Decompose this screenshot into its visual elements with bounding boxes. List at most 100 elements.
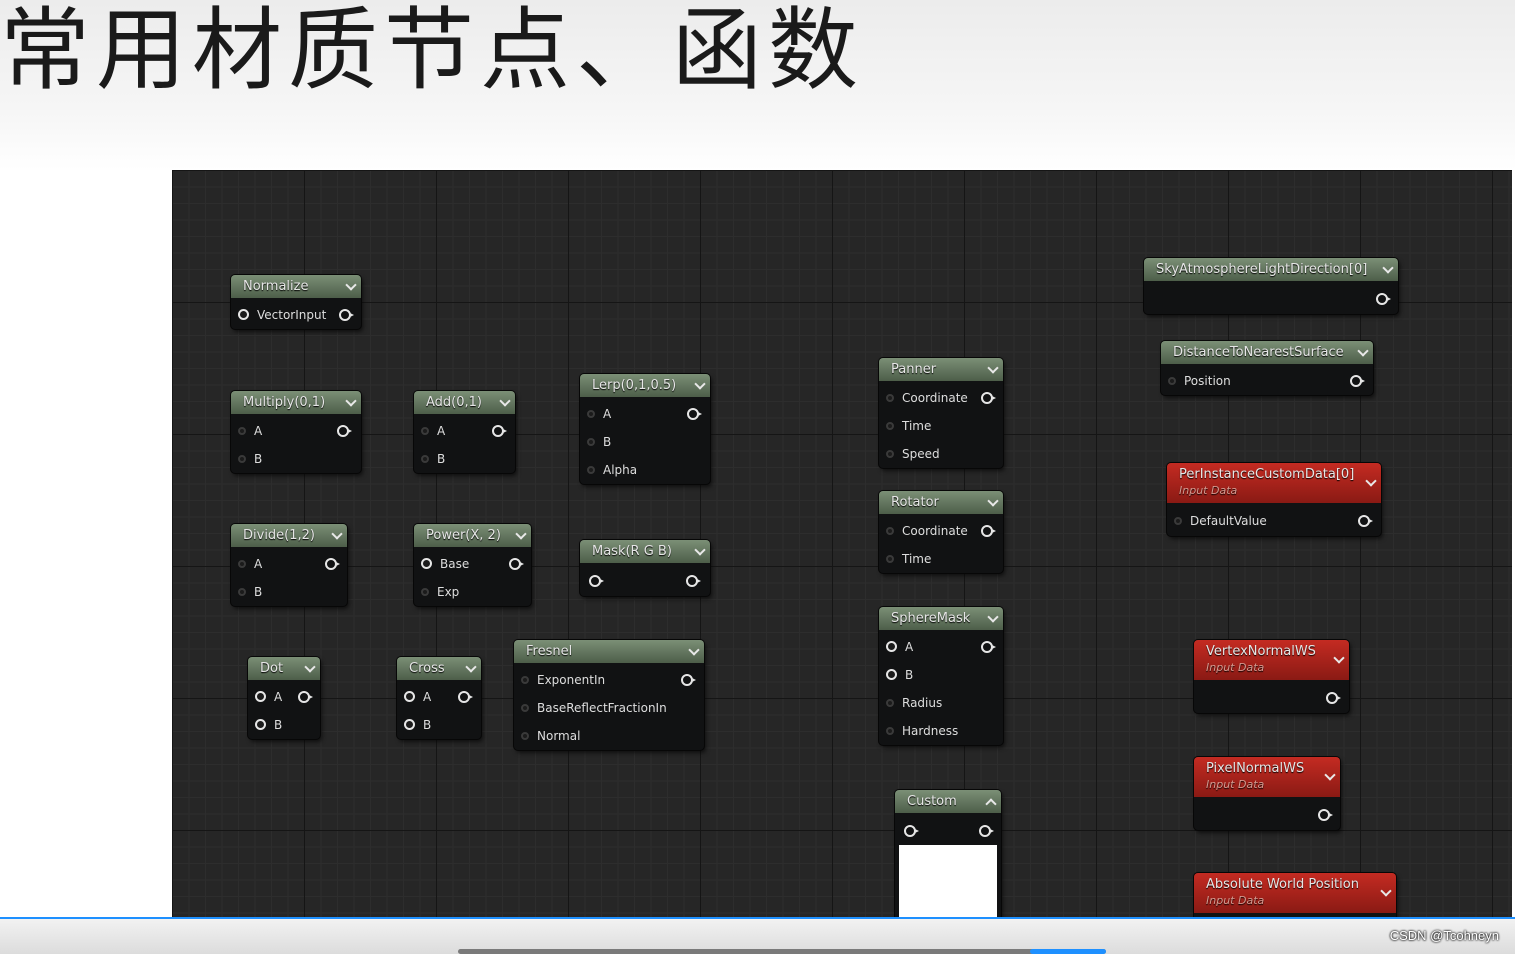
output-pin-icon[interactable] <box>337 425 352 437</box>
input-pin-icon[interactable] <box>904 825 919 837</box>
pin-b[interactable]: B <box>587 432 611 452</box>
output-pin-icon[interactable] <box>1358 515 1373 527</box>
node-divide[interactable]: Divide(1,2) A B <box>231 524 347 606</box>
output-pin-icon[interactable] <box>981 392 996 404</box>
horizontal-scrollbar[interactable] <box>458 949 1106 954</box>
input-pin-icon[interactable] <box>589 575 604 587</box>
pin-b[interactable]: B <box>886 665 913 685</box>
chevron-down-icon[interactable] <box>987 362 999 374</box>
node-power[interactable]: Power(X, 2) Base Exp <box>414 524 531 606</box>
node-mask-header[interactable]: Mask(R G B) <box>580 540 710 563</box>
node-sky-header[interactable]: SkyAtmosphereLightDirection[0] <box>1144 258 1398 281</box>
output-pin-icon[interactable] <box>509 558 524 570</box>
chevron-down-icon[interactable] <box>304 661 316 673</box>
pin-hardness[interactable]: Hardness <box>886 721 958 741</box>
pin-speed[interactable]: Speed <box>886 444 940 464</box>
chevron-up-icon[interactable] <box>985 798 997 810</box>
node-add[interactable]: Add(0,1) A B <box>414 391 515 473</box>
node-custom-header[interactable]: Custom <box>895 790 1001 813</box>
node-per-instance-custom-data[interactable]: PerInstanceCustomData[0] Input Data Defau… <box>1167 463 1381 536</box>
pin-b[interactable]: B <box>238 582 262 602</box>
pin-normal[interactable]: Normal <box>521 726 580 746</box>
chevron-down-icon[interactable] <box>345 279 357 291</box>
node-multiply[interactable]: Multiply(0,1) A B <box>231 391 361 473</box>
pin-a[interactable]: A <box>404 687 431 707</box>
node-mask[interactable]: Mask(R G B) <box>580 540 710 596</box>
output-pin-icon[interactable] <box>687 408 702 420</box>
scrollbar-thumb[interactable] <box>1030 949 1106 954</box>
output-pin-icon[interactable] <box>1350 375 1365 387</box>
chevron-down-icon[interactable] <box>345 395 357 407</box>
node-power-header[interactable]: Power(X, 2) <box>414 524 531 547</box>
pin-a[interactable]: A <box>255 687 282 707</box>
node-cross[interactable]: Cross A B <box>397 657 481 739</box>
output-pin-icon[interactable] <box>979 825 994 837</box>
node-pixelnormal-header[interactable]: PixelNormalWS Input Data <box>1194 757 1340 797</box>
node-dot[interactable]: Dot A B <box>248 657 320 739</box>
chevron-down-icon[interactable] <box>1357 345 1369 357</box>
node-cross-header[interactable]: Cross <box>397 657 481 680</box>
chevron-down-icon[interactable] <box>987 611 999 623</box>
output-pin-icon[interactable] <box>1318 809 1333 821</box>
output-pin-icon[interactable] <box>339 309 354 321</box>
pin-time[interactable]: Time <box>886 549 931 569</box>
chevron-down-icon[interactable] <box>331 528 343 540</box>
node-rotator[interactable]: Rotator Coordinate Time <box>879 491 1003 573</box>
pin-exponentin[interactable]: ExponentIn <box>521 670 605 690</box>
node-divide-header[interactable]: Divide(1,2) <box>231 524 347 547</box>
node-dot-header[interactable]: Dot <box>248 657 320 680</box>
pin-alpha[interactable]: Alpha <box>587 460 637 480</box>
node-normalize[interactable]: Normalize VectorInput <box>231 275 361 329</box>
pin-b[interactable]: B <box>421 449 445 469</box>
pin-vectorinput[interactable]: VectorInput <box>238 305 326 325</box>
pin-a[interactable]: A <box>886 637 913 657</box>
chevron-down-icon[interactable] <box>515 528 527 540</box>
output-pin-icon[interactable] <box>686 575 701 587</box>
pin-coordinate[interactable]: Coordinate <box>886 521 968 541</box>
output-pin-icon[interactable] <box>1326 692 1341 704</box>
node-lerp[interactable]: Lerp(0,1,0.5) A B Alpha <box>580 374 710 484</box>
chevron-down-icon[interactable] <box>465 661 477 673</box>
pin-time[interactable]: Time <box>886 416 931 436</box>
output-pin-icon[interactable] <box>458 691 473 703</box>
pin-basereflectfractionin[interactable]: BaseReflectFractionIn <box>521 698 667 718</box>
output-pin-icon[interactable] <box>1376 293 1391 305</box>
pin-b[interactable]: B <box>255 715 282 735</box>
output-pin-icon[interactable] <box>681 674 696 686</box>
node-distance-header[interactable]: DistanceToNearestSurface <box>1161 341 1373 364</box>
pin-b[interactable]: B <box>238 449 262 469</box>
node-fresnel[interactable]: Fresnel ExponentIn BaseReflectFractionIn… <box>514 640 704 750</box>
node-spheremask[interactable]: SphereMask A B Radius Hardness <box>879 607 1003 745</box>
output-pin-icon[interactable] <box>325 558 340 570</box>
pin-a[interactable]: A <box>238 421 262 441</box>
node-panner-header[interactable]: Panner <box>879 358 1003 381</box>
pin-exp[interactable]: Exp <box>421 582 459 602</box>
chevron-down-icon[interactable] <box>987 495 999 507</box>
node-add-header[interactable]: Add(0,1) <box>414 391 515 414</box>
node-fresnel-header[interactable]: Fresnel <box>514 640 704 663</box>
pin-coordinate[interactable]: Coordinate <box>886 388 968 408</box>
material-graph-canvas[interactable]: Normalize VectorInput Multiply(0,1) A B … <box>172 170 1512 954</box>
node-spheremask-header[interactable]: SphereMask <box>879 607 1003 630</box>
chevron-down-icon[interactable] <box>688 644 700 656</box>
pin-b[interactable]: B <box>404 715 431 735</box>
pin-a[interactable]: A <box>421 421 445 441</box>
chevron-down-icon[interactable] <box>499 395 511 407</box>
node-absworld-header[interactable]: Absolute World Position Input Data <box>1194 873 1396 913</box>
node-perinstance-header[interactable]: PerInstanceCustomData[0] Input Data <box>1167 463 1381 503</box>
pin-defaultvalue[interactable]: DefaultValue <box>1174 511 1267 531</box>
pin-a[interactable]: A <box>238 554 262 574</box>
chevron-down-icon[interactable] <box>694 378 706 390</box>
output-pin-icon[interactable] <box>981 525 996 537</box>
node-multiply-header[interactable]: Multiply(0,1) <box>231 391 361 414</box>
pin-base[interactable]: Base <box>421 554 469 574</box>
node-rotator-header[interactable]: Rotator <box>879 491 1003 514</box>
pin-position[interactable]: Position <box>1168 371 1231 391</box>
output-pin-icon[interactable] <box>981 641 996 653</box>
pin-a[interactable]: A <box>587 404 611 424</box>
node-lerp-header[interactable]: Lerp(0,1,0.5) <box>580 374 710 397</box>
node-vertex-normal-ws[interactable]: VertexNormalWS Input Data <box>1194 640 1349 713</box>
output-pin-icon[interactable] <box>298 691 313 703</box>
node-pixel-normal-ws[interactable]: PixelNormalWS Input Data <box>1194 757 1340 830</box>
node-panner[interactable]: Panner Coordinate Time Speed <box>879 358 1003 468</box>
